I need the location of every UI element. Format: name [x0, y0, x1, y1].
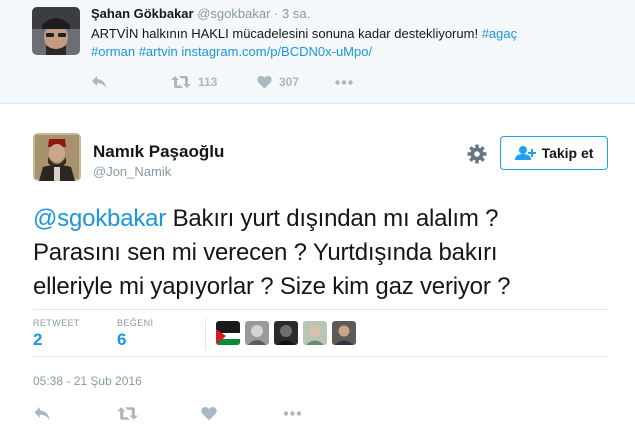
- parent-tweet-text: ARTVİN halkının HAKLI mücadelesini sonun…: [91, 25, 611, 61]
- hashtag-link[interactable]: #agaç: [482, 26, 517, 41]
- parent-author-handle[interactable]: @sgokbakar: [197, 6, 270, 21]
- parent-tweet-time[interactable]: 3 sa.: [282, 6, 310, 21]
- retweet-count: 113: [198, 75, 218, 89]
- more-button[interactable]: [283, 410, 302, 416]
- main-tweet-actions: [33, 403, 302, 423]
- follow-button[interactable]: Takip et: [500, 136, 608, 170]
- liker-avatars: [216, 321, 361, 345]
- heart-icon: [201, 406, 217, 420]
- main-author-avatar[interactable]: [33, 133, 81, 181]
- hashtag-link[interactable]: #orman: [91, 44, 135, 59]
- mention-link[interactable]: @sgokbakar: [33, 205, 166, 232]
- like-button[interactable]: [201, 406, 283, 421]
- like-stat[interactable]: BEĞENİ 6: [117, 318, 153, 350]
- retweet-button[interactable]: 113: [171, 75, 257, 89]
- tweet-text-line: Parasını sen mi verecen ? Yurtdışında ba…: [33, 239, 498, 266]
- tweet-timestamp[interactable]: 05:38 - 21 Şub 2016: [33, 374, 142, 388]
- like-count: 307: [279, 75, 300, 89]
- liker-avatar[interactable]: [303, 321, 327, 345]
- main-author-handle[interactable]: @Jon_Namik: [93, 164, 171, 179]
- liker-avatar[interactable]: [245, 321, 269, 345]
- retweet-icon: [171, 76, 191, 88]
- like-button[interactable]: 307: [257, 75, 335, 89]
- gear-icon: [467, 144, 487, 164]
- reply-button[interactable]: [91, 75, 171, 89]
- separator-dot: ·: [274, 6, 279, 21]
- more-button[interactable]: [335, 79, 353, 85]
- liker-avatar[interactable]: [274, 321, 298, 345]
- more-icon: [283, 410, 302, 416]
- hashtag-link[interactable]: #artvin: [139, 44, 178, 59]
- parent-author-name[interactable]: Şahan Gökbakar: [91, 6, 194, 21]
- parent-tweet-body: ARTVİN halkının HAKLI mücadelesini sonun…: [91, 26, 479, 41]
- retweet-icon: [117, 406, 138, 420]
- main-tweet-text: @sgokbakar Bakırı yurt dışından mı alalı…: [33, 202, 593, 304]
- reply-button[interactable]: [33, 406, 117, 421]
- tweet-stats: RETWEET 2 BEĞENİ 6: [33, 309, 608, 357]
- reply-icon: [34, 406, 50, 420]
- retweet-stat[interactable]: RETWEET 2: [33, 318, 80, 350]
- heart-icon: [257, 75, 272, 89]
- parent-tweet-actions: 113 307: [91, 72, 353, 92]
- like-stat-value: 6: [117, 330, 127, 349]
- retweet-stat-value: 2: [33, 330, 43, 349]
- stats-divider: [205, 318, 206, 350]
- main-author-name[interactable]: Namık Paşaoğlu: [93, 142, 224, 162]
- parent-tweet-header: Şahan Gökbakar @sgokbakar · 3 sa.: [91, 6, 310, 21]
- reply-icon: [92, 76, 106, 88]
- liker-avatar[interactable]: [216, 321, 240, 345]
- parent-author-avatar[interactable]: [32, 7, 80, 55]
- like-stat-label: BEĞENİ: [117, 318, 154, 328]
- tweet-text-line: Bakırı yurt dışından mı alalım ?: [172, 205, 499, 232]
- liker-avatar[interactable]: [332, 321, 356, 345]
- settings-gear-button[interactable]: [466, 143, 488, 165]
- retweet-button[interactable]: [117, 406, 201, 421]
- more-icon: [335, 79, 353, 85]
- instagram-link[interactable]: instagram.com/p/BCDN0x-uMpo/: [181, 44, 372, 59]
- tweet-text-line: elleriyle mi yapıyorlar ? Size kim gaz v…: [33, 273, 511, 300]
- retweet-stat-label: RETWEET: [33, 318, 80, 328]
- follow-user-plus-icon: [514, 146, 536, 160]
- follow-button-label: Takip et: [541, 145, 594, 161]
- parent-tweet[interactable]: Şahan Gökbakar @sgokbakar · 3 sa. ARTVİN…: [0, 0, 635, 104]
